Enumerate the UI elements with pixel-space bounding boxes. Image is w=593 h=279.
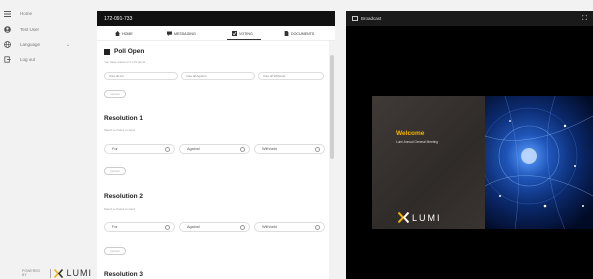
tab-home[interactable]: HOME (115, 31, 133, 36)
broadcast-icon (352, 16, 358, 21)
lumi-wordmark: LUMI (412, 212, 442, 223)
lumi-logo: LUMI (54, 268, 92, 278)
tab-label: VOTING (239, 31, 253, 36)
tab-documents[interactable]: DOCUMENTS (284, 31, 314, 36)
sidebar: Home Test User Language ⌄ Log out POWERE… (0, 0, 92, 279)
sidebar-item-home[interactable]: Home (4, 10, 32, 17)
tab-label: HOME (122, 31, 133, 36)
meeting-id-header: 172-091-733 (97, 11, 335, 26)
resolution-2-option-for[interactable]: For (104, 222, 175, 232)
sidebar-item-label: Language (20, 42, 41, 47)
lumi-x-icon (398, 212, 409, 223)
sidebar-item-user[interactable]: Test User (4, 26, 39, 33)
poll-icon (104, 48, 110, 55)
scrollbar-thumb[interactable] (330, 55, 334, 159)
tab-voting[interactable]: VOTING (227, 31, 261, 40)
page: Home Test User Language ⌄ Log out POWERE… (0, 0, 593, 279)
lumi-x-icon (54, 268, 64, 278)
poll-title: Poll Open (104, 48, 144, 55)
option-label: Withheld (262, 147, 277, 151)
resolution-2-title: Resolution 2 (104, 193, 144, 200)
tab-bar: HOME MESSAGING VOTING DOCUMENTS (97, 26, 335, 41)
poll-title-text: Poll Open (114, 48, 145, 55)
voting-panel: 172-091-733 HOME MESSAGING VOTING DOCUME… (97, 11, 335, 279)
resolution-3-title: Resolution 3 (104, 271, 144, 278)
scrollbar[interactable] (329, 41, 335, 279)
globe-icon (4, 41, 11, 48)
broadcast-title: Broadcast (361, 16, 382, 21)
vote-all-against-button[interactable]: Vote all Against (181, 72, 255, 80)
resolution-2-option-withheld[interactable]: Withheld (254, 222, 325, 232)
fullscreen-icon[interactable] (582, 15, 587, 20)
votes-progress-note: You have voted on 0 of 5 items (104, 60, 146, 64)
video-player[interactable]: Welcome Lumi Annual General Meeting LUMI (346, 84, 593, 229)
meeting-id: 172-091-733 (104, 15, 133, 22)
lumi-wordmark: LUMI (66, 268, 92, 278)
vote-all-withheld-button[interactable]: Vote all Withheld (258, 72, 324, 80)
resolution-1-option-against[interactable]: Against (179, 144, 250, 154)
messaging-icon (167, 31, 172, 36)
welcome-slide: Welcome Lumi Annual General Meeting LUMI (372, 96, 485, 229)
broadcast-panel: Broadcast Welcome Lumi Annual General Me… (346, 11, 593, 279)
voting-icon (232, 31, 237, 36)
powered-by-label: POWERED BY (22, 269, 41, 277)
home-icon (115, 31, 120, 36)
option-label: Against (187, 147, 200, 151)
resolution-2-note: Select a choice to send (104, 207, 136, 211)
user-icon (4, 26, 11, 33)
resolution-1-option-withheld[interactable]: Withheld (254, 144, 325, 154)
sidebar-item-logout[interactable]: Log out (4, 56, 35, 63)
resolution-1-title: Resolution 1 (104, 115, 144, 122)
meeting-subtitle: Lumi Annual General Meeting (396, 140, 438, 144)
radio-button[interactable] (315, 147, 320, 152)
option-label: Against (187, 225, 200, 229)
radio-button[interactable] (315, 225, 320, 230)
sidebar-item-label: Home (20, 11, 33, 16)
vote-all-for-button[interactable]: Vote all For (104, 72, 178, 80)
powered-by: POWERED BY LUMI (22, 268, 92, 278)
sidebar-item-label: Test User (20, 27, 40, 32)
tab-label: DOCUMENTS (291, 31, 315, 36)
resolution-1-cancel-button[interactable]: Cancel (104, 167, 126, 175)
option-label: Withheld (262, 225, 277, 229)
radio-button[interactable] (240, 147, 245, 152)
option-label: For (112, 225, 118, 229)
video-letterbox (346, 96, 372, 229)
resolution-2-cancel-button[interactable]: Cancel (104, 247, 126, 255)
cancel-button[interactable]: Cancel (104, 90, 126, 98)
resolution-2-option-against[interactable]: Against (179, 222, 250, 232)
radio-button[interactable] (240, 225, 245, 230)
resolution-1-option-for[interactable]: For (104, 144, 175, 154)
network-globe-image (485, 96, 593, 229)
radio-button[interactable] (165, 225, 170, 230)
tab-label: MESSAGING (174, 31, 196, 36)
divider (49, 268, 51, 278)
broadcast-header: Broadcast (346, 11, 593, 26)
welcome-heading: Welcome (396, 130, 425, 137)
tab-messaging[interactable]: MESSAGING (167, 31, 196, 36)
radio-button[interactable] (165, 147, 170, 152)
voting-content: Poll Open You have voted on 0 of 5 items… (97, 41, 329, 279)
hamburger-icon (4, 10, 11, 17)
logout-icon (4, 56, 11, 63)
documents-icon (284, 31, 289, 36)
lumi-logo: LUMI (398, 212, 442, 223)
sidebar-item-label: Log out (20, 57, 36, 62)
sidebar-item-language[interactable]: Language ⌄ (4, 41, 70, 48)
resolution-1-note: Select a choice to send (104, 128, 136, 132)
chevron-down-icon: ⌄ (66, 41, 71, 48)
option-label: For (112, 147, 118, 151)
